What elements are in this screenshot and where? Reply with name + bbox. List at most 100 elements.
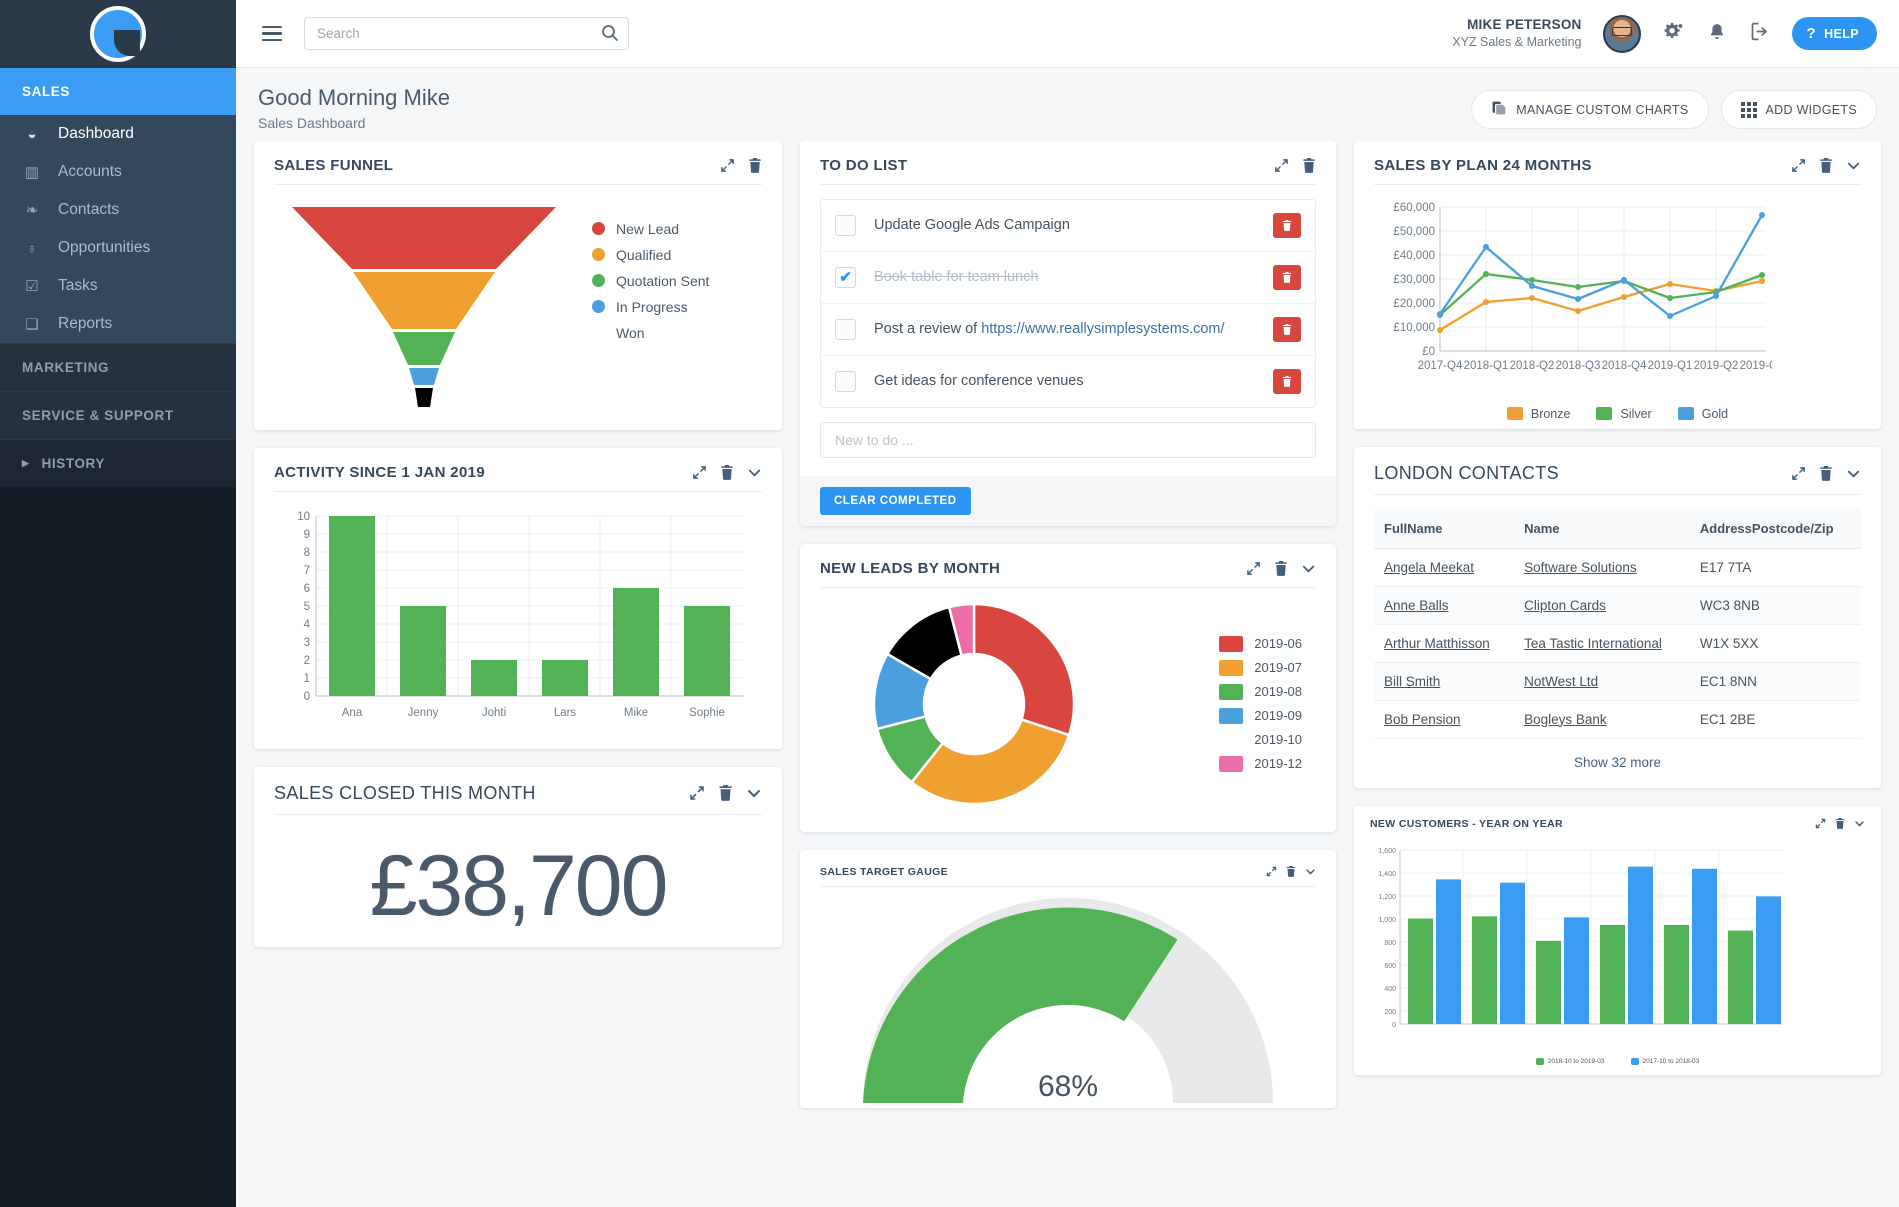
contact-link[interactable]: Arthur Matthisson xyxy=(1384,636,1490,651)
widget-sales-funnel: SALES FUNNEL xyxy=(254,141,782,430)
avatar[interactable] xyxy=(1603,15,1641,53)
cell-postcode: EC1 8NN xyxy=(1690,662,1861,700)
delete-icon[interactable] xyxy=(748,158,762,173)
widget-title: ACTIVITY SINCE 1 JAN 2019 xyxy=(274,464,485,481)
show-more-link[interactable]: Show 32 more xyxy=(1354,739,1881,788)
user-block[interactable]: MIKE PETERSON XYZ Sales & Marketing xyxy=(1452,16,1581,51)
chevron-down-icon[interactable] xyxy=(747,465,762,480)
todo-delete-button[interactable] xyxy=(1273,369,1301,394)
sidebar-item-reports[interactable]: ❏ Reports xyxy=(0,305,236,343)
manage-custom-charts-button[interactable]: MANAGE CUSTOM CHARTS xyxy=(1471,90,1708,129)
svg-text:0: 0 xyxy=(1392,1022,1396,1029)
chevron-down-icon[interactable] xyxy=(1846,158,1861,173)
widget-activity: ACTIVITY SINCE 1 JAN 2019 xyxy=(254,448,782,749)
svg-text:£60,000: £60,000 xyxy=(1393,202,1435,214)
logout-icon[interactable] xyxy=(1749,21,1770,46)
account-link[interactable]: NotWest Ltd xyxy=(1524,674,1598,689)
chevron-down-icon[interactable] xyxy=(1846,466,1861,481)
column-header-fullname[interactable]: FullName xyxy=(1374,509,1514,549)
delete-icon[interactable] xyxy=(1819,466,1833,481)
user-org: XYZ Sales & Marketing xyxy=(1452,34,1581,51)
svg-text:Johti: Johti xyxy=(482,707,506,719)
expand-icon[interactable] xyxy=(1791,466,1806,481)
sidebar-section-sales[interactable]: SALES xyxy=(0,68,236,115)
search-input[interactable] xyxy=(304,17,629,50)
sidebar-section-service-support[interactable]: SERVICE & SUPPORT xyxy=(0,391,236,439)
new-todo-input[interactable] xyxy=(820,422,1316,458)
chevron-down-icon[interactable] xyxy=(1305,866,1316,877)
column-header-name[interactable]: Name xyxy=(1514,509,1690,549)
legend-label: Qualified xyxy=(616,247,671,263)
legend-label: 2019-08 xyxy=(1254,684,1302,699)
account-link[interactable]: Clipton Cards xyxy=(1524,598,1606,613)
chevron-down-icon[interactable] xyxy=(746,785,762,801)
new-customers-chart: 1,6001,400 1,2001,000 800600 400200 0 xyxy=(1354,836,1881,1075)
legend-item: 2019-12 xyxy=(1219,756,1302,772)
expand-icon[interactable] xyxy=(692,465,707,480)
svg-text:1,600: 1,600 xyxy=(1378,848,1396,855)
expand-icon[interactable] xyxy=(1246,561,1261,576)
sidebar-item-contacts[interactable]: ❧ Contacts xyxy=(0,191,236,229)
list-item[interactable]: Book table for team lunch xyxy=(821,252,1315,304)
sidebar-item-label: Reports xyxy=(58,315,112,333)
contact-link[interactable]: Bill Smith xyxy=(1384,674,1440,689)
add-widgets-button[interactable]: ADD WIDGETS xyxy=(1721,90,1878,129)
svg-text:800: 800 xyxy=(1384,940,1396,947)
chevron-down-icon[interactable] xyxy=(1854,818,1865,829)
sidebar-section-marketing[interactable]: MARKETING xyxy=(0,343,236,391)
cell-fullname: Bill Smith xyxy=(1374,662,1514,700)
todo-checkbox[interactable] xyxy=(835,371,856,392)
funnel-segment-new-lead xyxy=(292,207,556,269)
bell-icon[interactable] xyxy=(1707,22,1727,46)
contact-link[interactable]: Angela Meekat xyxy=(1384,560,1474,575)
sidebar-item-opportunities[interactable]: ♁ Opportunities xyxy=(0,229,236,267)
legend-label: 2019-10 xyxy=(1254,732,1302,747)
account-link[interactable]: Software Solutions xyxy=(1524,560,1637,575)
todo-checkbox[interactable] xyxy=(835,319,856,340)
app-logo-icon[interactable] xyxy=(90,6,146,62)
expand-icon[interactable] xyxy=(1815,818,1826,829)
contact-link[interactable]: Bob Pension xyxy=(1384,712,1461,727)
chevron-down-icon[interactable] xyxy=(1301,561,1316,576)
search-icon[interactable] xyxy=(601,24,619,42)
delete-icon[interactable] xyxy=(718,785,733,801)
expand-icon[interactable] xyxy=(1274,158,1289,173)
sidebar-history-toggle[interactable]: ▶ HISTORY xyxy=(0,439,236,487)
todo-delete-button[interactable] xyxy=(1273,265,1301,290)
delete-icon[interactable] xyxy=(1286,866,1296,877)
delete-icon[interactable] xyxy=(720,465,734,480)
expand-icon[interactable] xyxy=(1791,158,1806,173)
table-row: Arthur Matthisson Tea Tastic Internation… xyxy=(1374,624,1861,662)
menu-toggle-icon[interactable] xyxy=(258,22,286,46)
todo-link[interactable]: https://www.reallysimplesystems.com/ xyxy=(981,321,1224,337)
expand-icon[interactable] xyxy=(720,158,735,173)
legend-item: 2018-10 to 2019-03 xyxy=(1536,1058,1605,1065)
todo-delete-button[interactable] xyxy=(1273,317,1301,342)
help-button[interactable]: ? HELP xyxy=(1792,17,1877,50)
sidebar-item-tasks[interactable]: ☑ Tasks xyxy=(0,267,236,305)
expand-icon[interactable] xyxy=(1266,866,1277,877)
sidebar-item-dashboard[interactable]: ◒ Dashboard xyxy=(0,115,236,153)
todo-checkbox[interactable] xyxy=(835,215,856,236)
account-link[interactable]: Tea Tastic International xyxy=(1524,636,1662,651)
sidebar-item-label: Contacts xyxy=(58,201,119,219)
todo-checkbox[interactable] xyxy=(835,267,856,288)
contact-link[interactable]: Anne Balls xyxy=(1384,598,1449,613)
account-link[interactable]: Bogleys Bank xyxy=(1524,712,1607,727)
svg-text:400: 400 xyxy=(1384,986,1396,993)
gear-icon[interactable] xyxy=(1663,21,1685,47)
list-item[interactable]: Get ideas for conference venues xyxy=(821,356,1315,407)
delete-icon[interactable] xyxy=(1835,818,1845,829)
delete-icon[interactable] xyxy=(1819,158,1833,173)
expand-icon[interactable] xyxy=(689,785,705,801)
todo-delete-button[interactable] xyxy=(1273,213,1301,238)
delete-icon[interactable] xyxy=(1274,561,1288,576)
sidebar-item-accounts[interactable]: ▥ Accounts xyxy=(0,153,236,191)
list-item[interactable]: Update Google Ads Campaign xyxy=(821,200,1315,252)
legend-item: Quotation Sent xyxy=(592,273,709,289)
column-header-postcode[interactable]: AddressPostcode/Zip xyxy=(1690,509,1861,549)
delete-icon[interactable] xyxy=(1302,158,1316,173)
clear-completed-button[interactable]: CLEAR COMPLETED xyxy=(820,487,971,515)
list-item[interactable]: Post a review of https://www.reallysimpl… xyxy=(821,304,1315,356)
bar-jenny xyxy=(400,606,446,696)
